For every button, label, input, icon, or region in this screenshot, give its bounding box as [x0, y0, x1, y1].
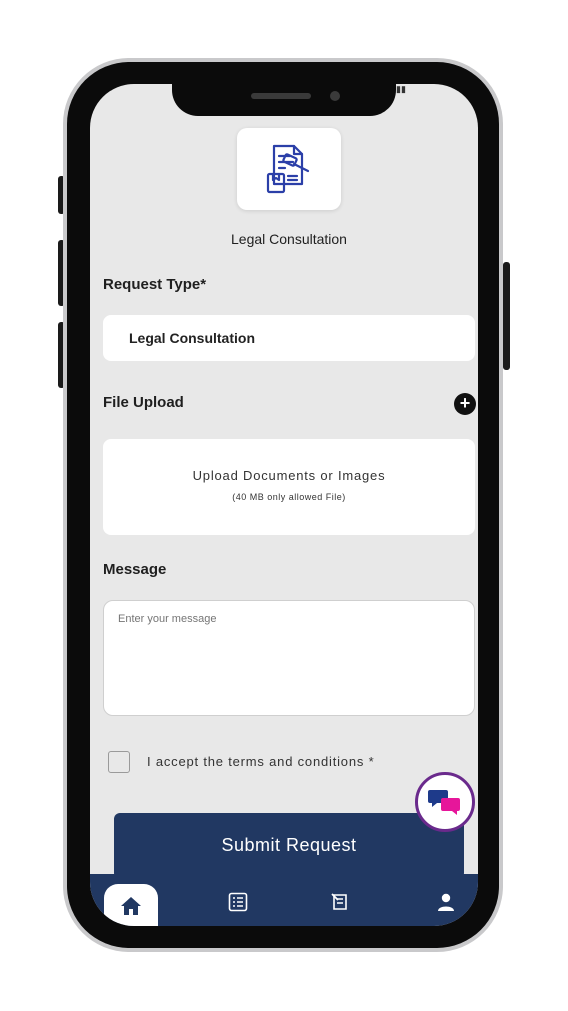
file-upload-label: File Upload [103, 394, 184, 411]
message-input[interactable] [103, 600, 475, 716]
service-caption: Legal Consultation [231, 231, 347, 247]
bottom-navigation [90, 874, 478, 926]
chat-bubbles-icon [428, 790, 460, 815]
status-bar-right: ▮▮ [396, 84, 406, 95]
list-icon [228, 892, 248, 912]
app-screen: ▪▪ ▮▮ Legal Consultation Request Type* L… [90, 84, 478, 926]
battery-icon: ▮▮ [396, 84, 406, 94]
request-type-value: Legal Consultation [129, 330, 255, 346]
request-type-select[interactable]: Legal Consultation [103, 315, 475, 361]
legal-document-gavel-icon [266, 144, 310, 194]
phone-notch [172, 62, 396, 116]
nav-home[interactable] [104, 884, 158, 926]
signal-icon: ▪▪ [106, 84, 113, 94]
request-type-label: Request Type* [103, 276, 207, 293]
profile-icon [438, 893, 454, 911]
add-file-icon[interactable]: + [454, 393, 476, 415]
file-upload-dropzone[interactable]: Upload Documents or Images (40 MB only a… [103, 439, 475, 535]
nav-documents[interactable] [327, 890, 355, 914]
mockup-stage: ▪▪ ▮▮ Legal Consultation Request Type* L… [0, 0, 568, 1011]
terms-checkbox[interactable] [108, 751, 130, 773]
home-icon [121, 897, 141, 915]
submit-request-button[interactable]: Submit Request [114, 813, 464, 879]
message-label: Message [103, 561, 167, 578]
status-bar-left: ▪▪ [106, 84, 112, 94]
chat-button[interactable] [415, 772, 475, 832]
phone-power-button [503, 262, 510, 370]
phone-camera [330, 91, 340, 101]
phone-speaker [251, 93, 311, 99]
upload-size-note: (40 MB only allowed File) [232, 492, 346, 502]
document-icon [331, 893, 347, 910]
nav-profile[interactable] [432, 890, 460, 914]
service-logo-card [237, 128, 341, 210]
upload-title: Upload Documents or Images [192, 468, 386, 483]
nav-list[interactable] [224, 890, 252, 914]
terms-label: I accept the terms and conditions * [147, 754, 375, 769]
